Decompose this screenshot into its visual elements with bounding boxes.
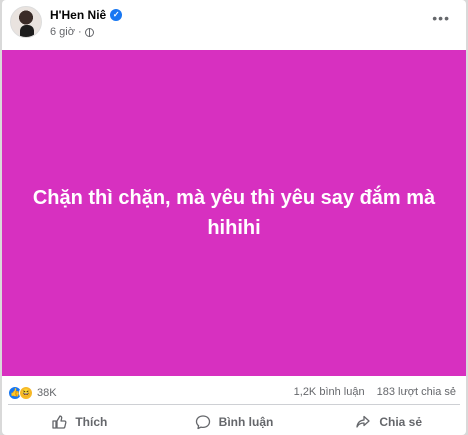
meta-separator: · (77, 26, 82, 38)
post-time[interactable]: 6 giờ (50, 26, 75, 38)
author-name[interactable]: H'Hen Niê (50, 8, 106, 22)
more-options-icon[interactable]: ••• (432, 10, 450, 26)
like-button[interactable]: Thích (2, 408, 157, 435)
share-icon (356, 415, 370, 428)
share-label: Chia sẻ (379, 414, 423, 429)
post-meta: 6 giờ · (50, 26, 94, 38)
post-actions: Thích Bình luận Chia sẻ (2, 408, 466, 435)
comment-icon (195, 414, 210, 429)
divider (8, 404, 460, 405)
post-card: H'Hen Niê ✓ 6 giờ · ••• Chặn thì chặn, m… (2, 0, 466, 435)
author-avatar[interactable] (10, 6, 42, 38)
author-name-row[interactable]: H'Hen Niê ✓ (50, 8, 123, 22)
engagement-counts: 1,2K bình luận 183 lượt chia sẻ (294, 386, 456, 398)
public-globe-icon (84, 27, 94, 37)
comment-button[interactable]: Bình luận (157, 408, 312, 435)
post-text: Chặn thì chặn, mà yêu thì yêu say đắm mà… (32, 187, 436, 239)
comment-label: Bình luận (218, 414, 274, 429)
share-count[interactable]: 183 lượt chia sẻ (377, 386, 456, 398)
comment-count[interactable]: 1,2K bình luận (294, 386, 365, 398)
post-header: H'Hen Niê ✓ 6 giờ · ••• (2, 0, 466, 48)
verified-badge-icon: ✓ (110, 9, 123, 21)
reaction-count: 38K (37, 387, 57, 399)
post-text-banner: Chặn thì chặn, mà yêu thì yêu say đắm mà… (2, 50, 466, 376)
post-stats: 👍 😆 38K 1,2K bình luận 183 lượt chia sẻ (2, 378, 466, 406)
haha-reaction-icon: 😆 (19, 386, 33, 400)
share-button[interactable]: Chia sẻ (311, 408, 466, 435)
reactions-summary[interactable]: 👍 😆 38K (8, 386, 57, 400)
like-icon (52, 414, 67, 429)
like-label: Thích (75, 414, 108, 429)
